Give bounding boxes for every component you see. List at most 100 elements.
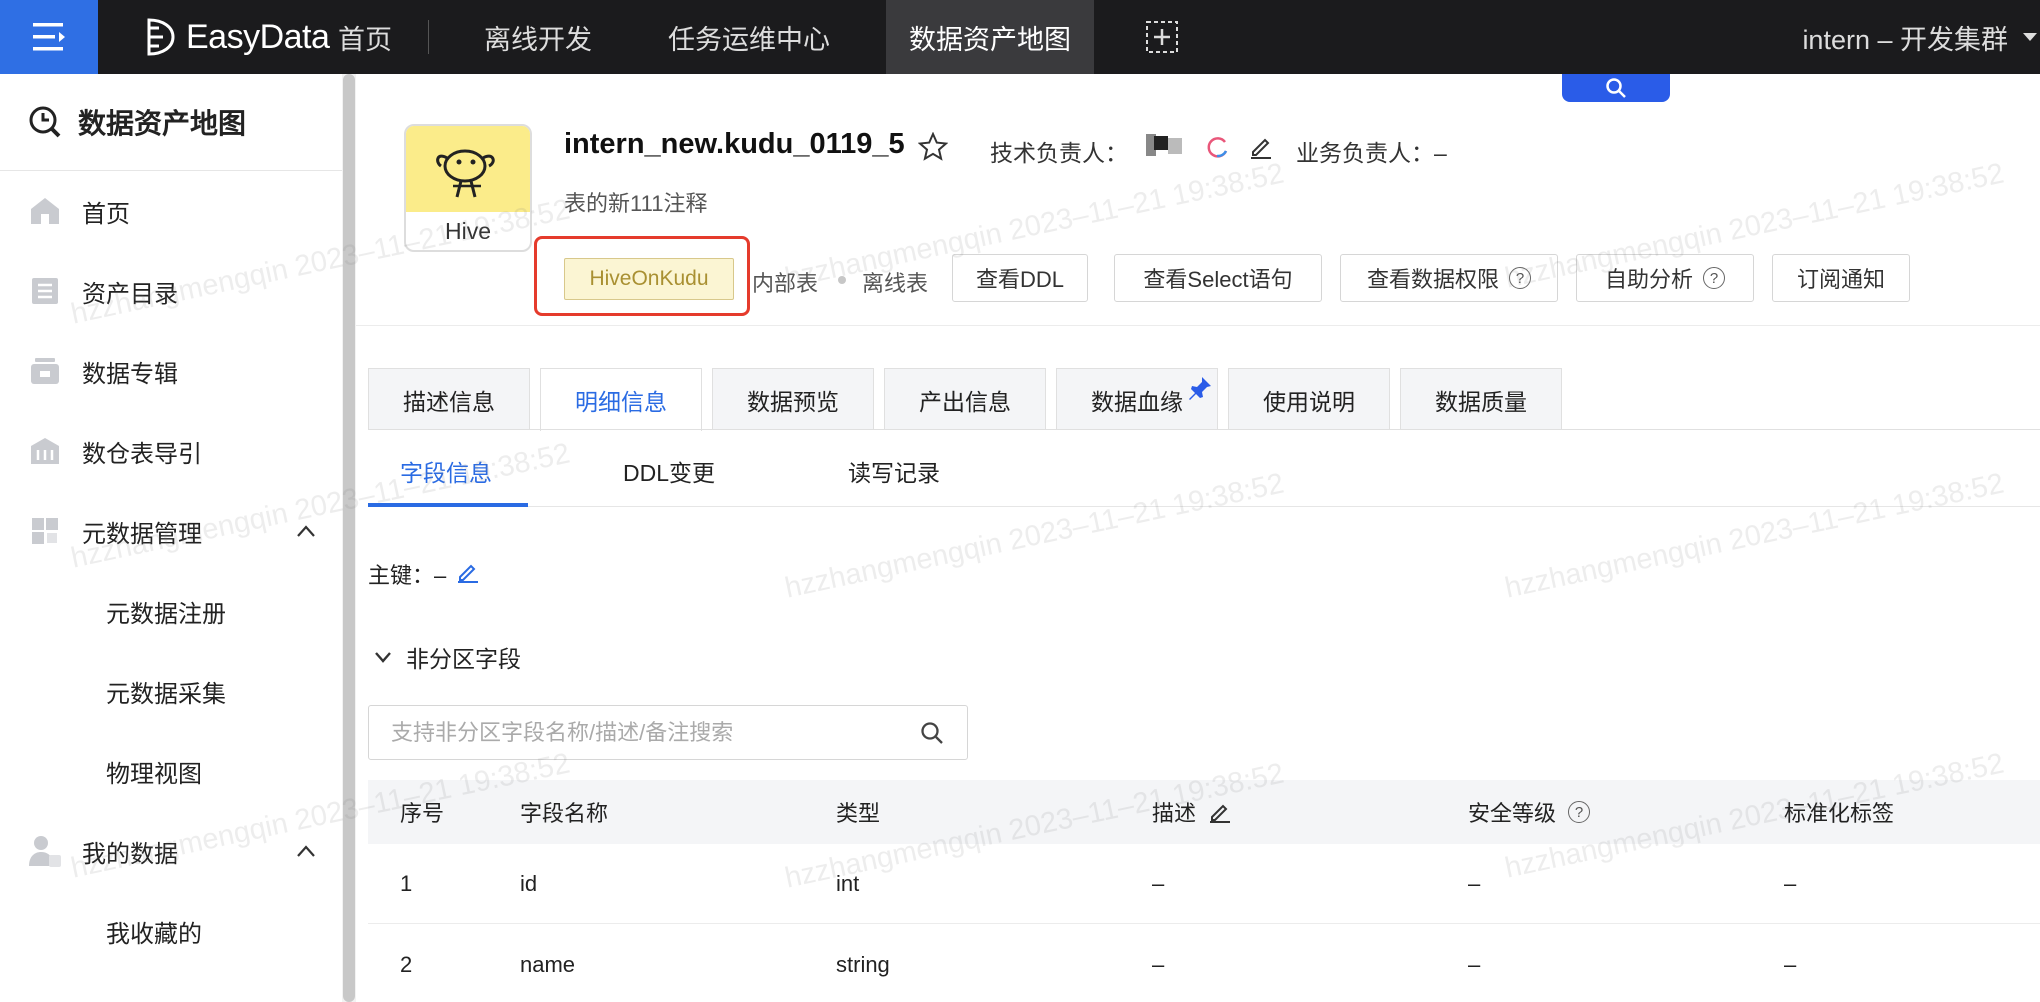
sidebar-divider	[0, 170, 342, 171]
section-title: 非分区字段	[406, 646, 521, 672]
search-icon[interactable]	[919, 720, 945, 746]
table-cell: string	[836, 952, 890, 977]
button-label: 自助分析	[1604, 267, 1693, 292]
add-icon	[1146, 21, 1178, 53]
sidebar-item-metadata[interactable]: 元数据管理	[0, 501, 342, 561]
sidebar-item-home[interactable]: 首页	[0, 181, 342, 241]
tab-description[interactable]: 描述信息	[368, 368, 530, 430]
nav-divider	[428, 20, 429, 54]
table-cell: –	[1784, 871, 1797, 896]
cluster-selector[interactable]: intern – 开发集群	[1802, 0, 2040, 74]
sidebar-item-physical-view[interactable]: 物理视图	[0, 741, 342, 801]
sidebar-item-label: 我的数据	[82, 840, 178, 868]
table-comment: 表的新111注释	[564, 191, 708, 216]
help-icon: ?	[1509, 267, 1531, 289]
subtab-rw-records[interactable]: 读写记录	[848, 454, 940, 488]
help-icon: ?	[1703, 267, 1725, 289]
offline-table-tag: 离线表	[862, 271, 929, 296]
field-search-box	[368, 705, 968, 760]
sidebar-scrollbar-thumb[interactable]	[343, 74, 355, 1002]
table-row: 1 id int – – –	[368, 844, 2040, 924]
tab-data-quality[interactable]: 数据质量	[1400, 368, 1562, 430]
subtab-fields[interactable]: 字段信息	[400, 454, 492, 488]
sidebar-item-my-data[interactable]: 我的数据	[0, 821, 342, 881]
subtab-ddl-changes[interactable]: DDL变更	[623, 454, 715, 488]
album-icon	[28, 354, 62, 388]
tag-separator-dot	[838, 276, 846, 284]
sidebar-item-metadata-collect[interactable]: 元数据采集	[0, 661, 342, 721]
nav-data-asset-map[interactable]: 数据资产地图	[886, 0, 1094, 74]
star-icon[interactable]	[918, 132, 948, 162]
sidebar-item-label: 首页	[82, 200, 130, 228]
home-icon	[28, 194, 62, 228]
sidebar-item-label: 元数据采集	[106, 680, 226, 708]
table-cell: –	[1152, 952, 1165, 977]
nav-offline-dev[interactable]: 离线开发	[472, 0, 604, 74]
add-tab-button[interactable]	[1136, 0, 1188, 74]
self-analysis-button[interactable]: 自助分析 ?	[1576, 254, 1754, 302]
storage-type-tag: HiveOnKudu	[564, 258, 734, 300]
caret-down-icon	[2023, 33, 2037, 41]
refresh-icon[interactable]	[1204, 134, 1230, 160]
button-label: 查看数据权限	[1366, 267, 1499, 292]
table-cell: –	[1152, 871, 1165, 896]
column-header-label: 序号	[400, 801, 445, 826]
view-ddl-button[interactable]: 查看DDL	[952, 254, 1088, 302]
search-icon	[1606, 78, 1626, 98]
pin-icon	[1189, 377, 1211, 400]
table-cell: 2	[400, 952, 413, 977]
sidebar-item-label: 元数据注册	[106, 600, 226, 628]
view-select-button[interactable]: 查看Select语句	[1114, 254, 1322, 302]
chevron-up-icon	[297, 845, 315, 857]
sidebar-item-album[interactable]: 数据专辑	[0, 341, 342, 401]
nav-home[interactable]: 首页	[322, 0, 408, 74]
menu-toggle-button[interactable]	[0, 0, 98, 74]
engine-label: Hive	[444, 217, 491, 244]
sidebar-item-label: 资产目录	[82, 280, 178, 308]
internal-table-tag: 内部表	[752, 271, 819, 296]
tab-details[interactable]: 明细信息	[540, 368, 702, 431]
sidebar-item-warehouse[interactable]: 数仓表导引	[0, 421, 342, 481]
engine-badge: Hive	[404, 124, 532, 252]
subtab-active-indicator	[368, 503, 528, 507]
edit-icon[interactable]	[1208, 800, 1232, 824]
edit-icon[interactable]	[456, 560, 480, 584]
sidebar-item-label: 我收藏的	[106, 920, 202, 948]
table-cell: 1	[400, 871, 413, 896]
sidebar-item-metadata-register[interactable]: 元数据注册	[0, 581, 342, 641]
sidebar-item-label: 物理视图	[106, 760, 202, 788]
sidebar-title: 数据资产地图	[28, 102, 246, 142]
column-header: 标准化标签	[1784, 780, 1894, 844]
sidebar-item-label: 元数据管理	[82, 520, 202, 548]
help-icon[interactable]: ?	[1568, 801, 1591, 823]
global-search-button[interactable]	[1562, 74, 1670, 102]
button-label: 查看Select语句	[1143, 267, 1293, 292]
sidebar-title-text: 数据资产地图	[78, 108, 247, 139]
logo-icon	[147, 18, 175, 56]
sidebar: 数据资产地图 首页 资产目录 数据专辑 数仓表导引 元数据管理 元数据注册 元数…	[0, 74, 342, 1002]
top-navbar: EasyData 首页 离线开发 任务运维中心 数据资产地图 intern – …	[0, 0, 2040, 74]
edit-icon[interactable]	[1248, 134, 1274, 160]
sidebar-item-catalog[interactable]: 资产目录	[0, 261, 342, 321]
primary-key-label: 主键：–	[368, 563, 447, 588]
tab-usage-guide[interactable]: 使用说明	[1228, 368, 1390, 430]
column-header-label: 标准化标签	[1784, 801, 1895, 826]
sidebar-item-label: 数仓表导引	[82, 440, 202, 468]
table-row: 2 name string – – –	[368, 925, 2040, 1002]
tab-output-info[interactable]: 产出信息	[884, 368, 1046, 430]
field-search-input[interactable]	[391, 706, 891, 759]
sidebar-item-my-favorites[interactable]: 我收藏的	[0, 901, 342, 961]
brand-logo[interactable]: EasyData	[146, 0, 330, 74]
view-permission-button[interactable]: 查看数据权限 ?	[1340, 254, 1558, 302]
nav-task-ops[interactable]: 任务运维中心	[656, 0, 842, 74]
column-header: 安全等级 ?	[1468, 780, 1591, 844]
table-cell: –	[1468, 871, 1481, 896]
table-cell: –	[1784, 952, 1797, 977]
tab-bar-line	[368, 429, 2040, 430]
table-name: intern_new.kudu_0119_5	[564, 128, 905, 160]
subscribe-button[interactable]: 订阅通知	[1772, 254, 1910, 302]
tech-owner-label: 技术负责人：	[990, 140, 1128, 166]
column-header-label: 安全等级	[1468, 801, 1557, 826]
non-partition-section-toggle[interactable]: 非分区字段	[374, 640, 521, 674]
tab-data-preview[interactable]: 数据预览	[712, 368, 874, 430]
